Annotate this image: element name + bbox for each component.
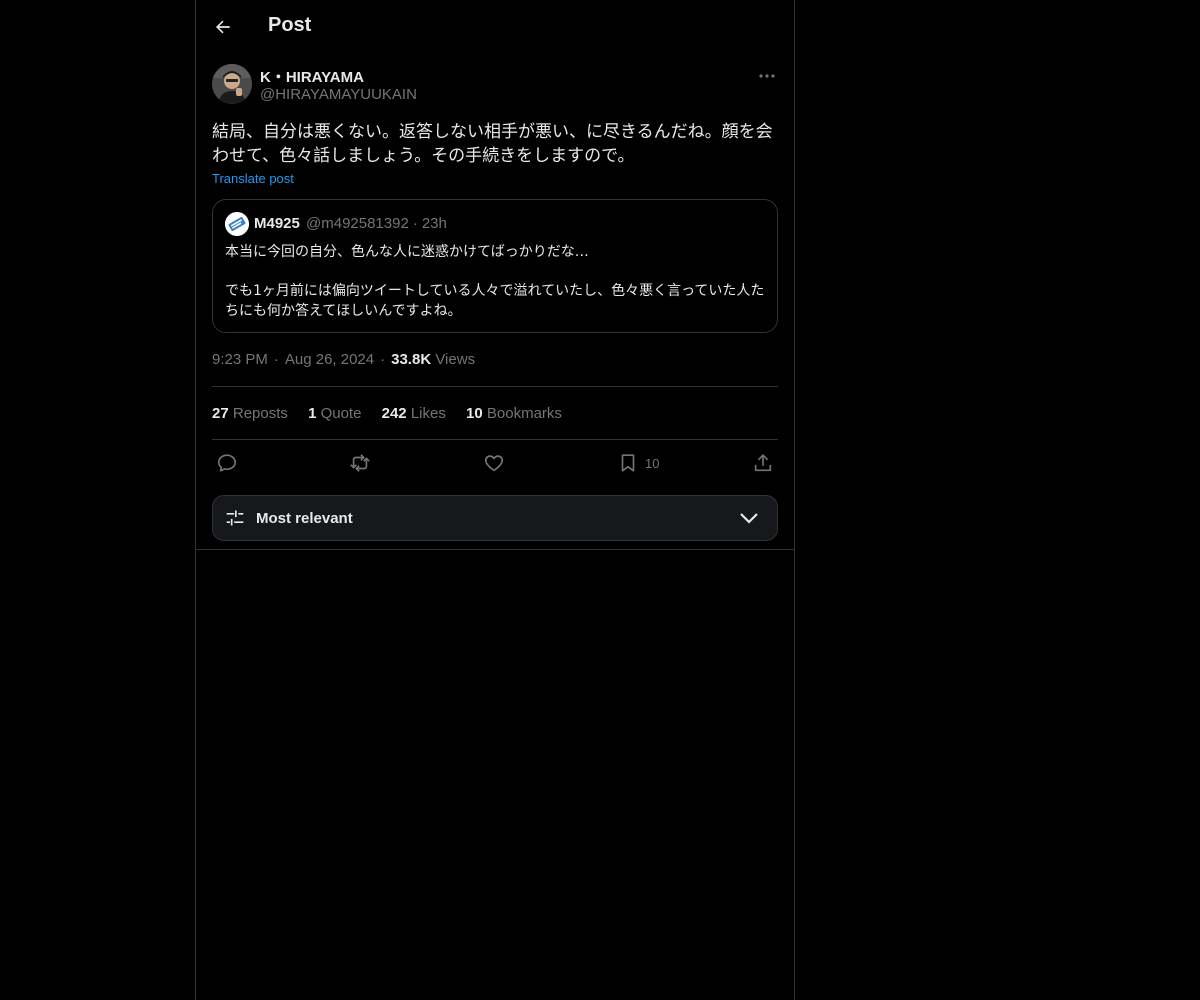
post-author-row: K・HIRAYAMA @HIRAYAMAYUUKAIN: [212, 64, 778, 108]
repost-button[interactable]: [349, 450, 371, 476]
divider: [212, 439, 778, 440]
bookmark-count: 10: [645, 455, 660, 471]
like-button[interactable]: [483, 450, 505, 476]
sliders-icon: [226, 510, 244, 526]
chevron-down-icon: [740, 513, 758, 524]
quote-author-name: M4925: [254, 215, 300, 232]
post-actions: 10: [212, 450, 778, 476]
main-column: Post K・HIRAYAMA @HIRAYAMAYUUKAIN 結局、自分は悪…: [195, 0, 795, 1000]
author-handle[interactable]: @HIRAYAMAYUUKAIN: [260, 86, 417, 103]
repost-icon: [350, 454, 370, 472]
separator-dot: ·: [273, 351, 279, 368]
bookmark-button[interactable]: 10: [617, 450, 659, 476]
bookmark-icon: [621, 454, 635, 472]
quotes-stat[interactable]: 1 Quote: [308, 405, 361, 422]
quoted-post[interactable]: M4925 @m492581392 · 23h 本当に今回の自分、色んな人に迷惑かけ…: [212, 199, 778, 333]
page-header: Post: [196, 0, 794, 54]
reply-button[interactable]: [216, 450, 238, 476]
heart-icon: [484, 455, 504, 472]
avatar[interactable]: [212, 64, 252, 104]
post: K・HIRAYAMA @HIRAYAMAYUUKAIN 結局、自分は悪くない。返…: [212, 64, 778, 472]
translate-post-link[interactable]: Translate post: [212, 171, 294, 186]
page-title: Post: [268, 14, 312, 36]
reposts-stat[interactable]: 27 Reposts: [212, 405, 288, 422]
quote-meta: @m492581392 · 23h: [306, 215, 447, 232]
quote-text-line2: でも1ヶ月前には偏向ツイートしている人々で溢れていたし、色々悪く言っていた人たち…: [225, 283, 765, 319]
reply-sort-dropdown[interactable]: Most relevant: [212, 495, 778, 541]
reply-icon: [217, 454, 237, 472]
post-date[interactable]: Aug 26, 2024: [285, 351, 374, 368]
quote-avatar: [225, 212, 249, 236]
views-label: Views: [435, 351, 476, 368]
separator-dot: ·: [412, 215, 418, 232]
quote-text-line1: 本当に今回の自分、色んな人に迷惑かけてばっかりだな…: [225, 244, 589, 260]
avatar-image: [212, 64, 252, 104]
divider: [196, 549, 794, 550]
divider: [212, 386, 778, 387]
bookmarks-stat[interactable]: 10 Bookmarks: [466, 405, 562, 422]
engagement-stats: 27 Reposts 1 Quote 242 Likes 10 Bookmark…: [212, 405, 578, 422]
post-time[interactable]: 9:23 PM: [212, 351, 268, 368]
quote-avatar-image: [225, 212, 249, 236]
more-options-button[interactable]: [756, 66, 778, 86]
quote-time: 23h: [421, 215, 447, 232]
more-icon: [759, 74, 775, 78]
author-name[interactable]: K・HIRAYAMA: [260, 66, 364, 87]
post-timestamp: 9:23 PM · Aug 26, 2024 · 33.8K Views: [212, 351, 475, 368]
share-button[interactable]: [752, 450, 774, 476]
separator-dot: ·: [380, 351, 386, 368]
post-text: 結局、自分は悪くない。返答しない相手が悪い、に尽きるんだね。顔を会わせて、色々話…: [212, 122, 773, 166]
arrow-left-icon: [216, 20, 230, 34]
views-count: 33.8K: [391, 351, 432, 368]
share-icon: [754, 454, 772, 472]
quote-author-handle: @m492581392: [306, 215, 409, 232]
likes-stat[interactable]: 242 Likes: [382, 405, 446, 422]
back-button[interactable]: [206, 10, 240, 44]
sort-label: Most relevant: [256, 510, 353, 527]
